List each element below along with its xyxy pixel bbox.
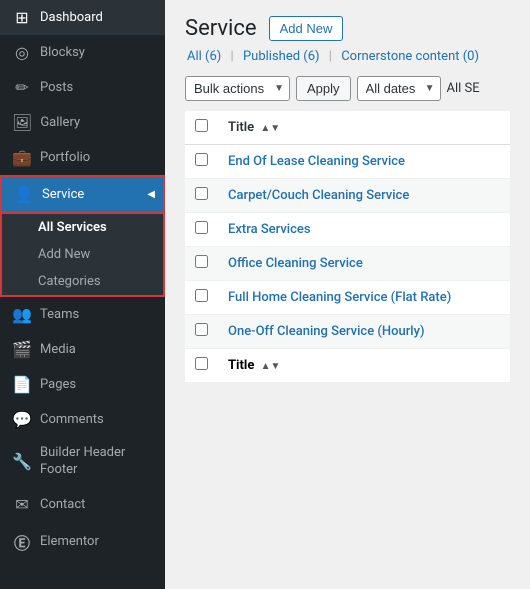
table-row: Office Cleaning Service (185, 247, 510, 281)
row-title-link-0[interactable]: End Of Lease Cleaning Service (228, 154, 405, 169)
all-se-label: All SE (447, 81, 480, 96)
table-row: One-Off Cleaning Service (Hourly) (185, 315, 510, 349)
select-all-footer-checkbox[interactable] (195, 357, 208, 370)
sidebar-item-label: Gallery (40, 115, 80, 130)
row-title-link-4[interactable]: Full Home Cleaning Service (Flat Rate) (228, 290, 451, 305)
sort-icon: ▲▼ (260, 123, 280, 134)
builder-icon: 🔧 (12, 452, 32, 471)
row-title-link-2[interactable]: Extra Services (228, 222, 311, 237)
sidebar-item-label: Pages (40, 377, 76, 392)
sidebar-item-label: Elementor (40, 534, 99, 549)
row-checkbox-1[interactable] (195, 187, 208, 200)
sort-footer-icon: ▲▼ (261, 361, 281, 372)
row-title-link-1[interactable]: Carpet/Couch Cleaning Service (228, 188, 409, 203)
sidebar-item-pages[interactable]: 📄 Pages (0, 367, 165, 402)
sidebar-item-posts[interactable]: ✏ Posts (0, 70, 165, 105)
sidebar-item-label: Service (42, 187, 84, 202)
row-checkbox-2[interactable] (195, 221, 208, 234)
filter-all[interactable]: All (6) (187, 49, 221, 64)
sidebar-item-label: Blocksy (40, 45, 85, 60)
row-checkbox-0[interactable] (195, 153, 208, 166)
gallery-icon: 🖼 (12, 113, 32, 132)
title-header[interactable]: Title ▲▼ (218, 111, 510, 145)
filter-links: All (6) | Published (6) | Cornerstone co… (185, 49, 510, 64)
blocksy-icon: ◎ (12, 43, 32, 62)
sidebar-item-blocksy[interactable]: ◎ Blocksy (0, 35, 165, 70)
sidebar-item-service[interactable]: 👤 Service ◀ (0, 175, 165, 212)
table-row: Carpet/Couch Cleaning Service (185, 179, 510, 213)
sidebar-item-dashboard[interactable]: ⊞ Dashboard (0, 0, 165, 35)
submenu-all-services[interactable]: All Services (2, 214, 163, 241)
table-header-row: Title ▲▼ (185, 111, 510, 145)
contact-icon: ✉ (12, 495, 32, 514)
sidebar-item-label: Teams (40, 307, 79, 322)
submenu-categories[interactable]: Categories (2, 268, 163, 295)
sidebar-item-label: Comments (40, 412, 104, 427)
select-all-checkbox[interactable] (195, 119, 208, 132)
page-title: Service (185, 16, 257, 41)
table-row: Full Home Cleaning Service (Flat Rate) (185, 281, 510, 315)
comments-icon: 💬 (12, 410, 32, 429)
submenu-add-new[interactable]: Add New (2, 241, 163, 268)
chevron-icon: ◀ (147, 189, 155, 200)
all-dates-select[interactable]: All dates (357, 76, 441, 101)
filter-published[interactable]: Published (6) (243, 49, 320, 64)
sidebar-item-portfolio[interactable]: 💼 Portfolio (0, 140, 165, 175)
row-title-link-3[interactable]: Office Cleaning Service (228, 256, 363, 271)
title-footer[interactable]: Title ▲▼ (218, 349, 510, 383)
elementor-icon: Ⓔ (12, 530, 32, 554)
posts-icon: ✏ (12, 78, 32, 97)
row-checkbox-3[interactable] (195, 255, 208, 268)
sidebar-item-contact[interactable]: ✉ Contact (0, 487, 165, 522)
select-all-header (185, 111, 218, 145)
row-title-link-5[interactable]: One-Off Cleaning Service (Hourly) (228, 324, 425, 339)
media-icon: 🎬 (12, 340, 32, 359)
services-table: Title ▲▼ End Of Lease Cleaning Service C… (185, 111, 510, 383)
all-dates-wrap: All dates ▼ (357, 76, 441, 101)
sidebar-item-label: Dashboard (40, 10, 103, 25)
sidebar-item-builder-header-footer[interactable]: 🔧 Builder Header Footer (0, 437, 165, 487)
bulk-actions-wrap: Bulk actions Delete ▼ (185, 76, 290, 101)
apply-button[interactable]: Apply (296, 76, 351, 101)
table-footer-row: Title ▲▼ (185, 349, 510, 383)
sidebar-item-elementor[interactable]: Ⓔ Elementor (0, 522, 165, 562)
table-row: End Of Lease Cleaning Service (185, 145, 510, 179)
sidebar-item-media[interactable]: 🎬 Media (0, 332, 165, 367)
bulk-actions-select[interactable]: Bulk actions Delete (185, 76, 290, 101)
select-all-footer (185, 349, 218, 383)
sidebar-item-label: Portfolio (40, 150, 90, 165)
main-content: Service Add New All (6) | Published (6) … (165, 0, 530, 589)
add-new-button[interactable]: Add New (269, 16, 344, 41)
sidebar-item-comments[interactable]: 💬 Comments (0, 402, 165, 437)
sidebar-item-label: Builder Header Footer (40, 445, 153, 479)
pages-icon: 📄 (12, 375, 32, 394)
toolbar: Bulk actions Delete ▼ Apply All dates ▼ … (185, 76, 510, 101)
filter-cornerstone[interactable]: Cornerstone content (0) (341, 49, 479, 64)
sidebar: ⊞ Dashboard ◎ Blocksy ✏ Posts 🖼 Gallery … (0, 0, 165, 589)
table-row: Extra Services (185, 213, 510, 247)
sidebar-item-label: Posts (40, 80, 73, 95)
teams-icon: 👥 (12, 305, 32, 324)
sidebar-item-label: Contact (40, 497, 85, 512)
row-checkbox-4[interactable] (195, 289, 208, 302)
portfolio-icon: 💼 (12, 148, 32, 167)
sidebar-item-teams[interactable]: 👥 Teams (0, 297, 165, 332)
service-icon: 👤 (14, 185, 34, 204)
page-header: Service Add New (185, 16, 510, 41)
sidebar-item-label: Media (40, 342, 76, 357)
service-submenu: All Services Add New Categories (0, 212, 165, 297)
sidebar-item-gallery[interactable]: 🖼 Gallery (0, 105, 165, 140)
dashboard-icon: ⊞ (12, 8, 32, 27)
row-checkbox-5[interactable] (195, 323, 208, 336)
